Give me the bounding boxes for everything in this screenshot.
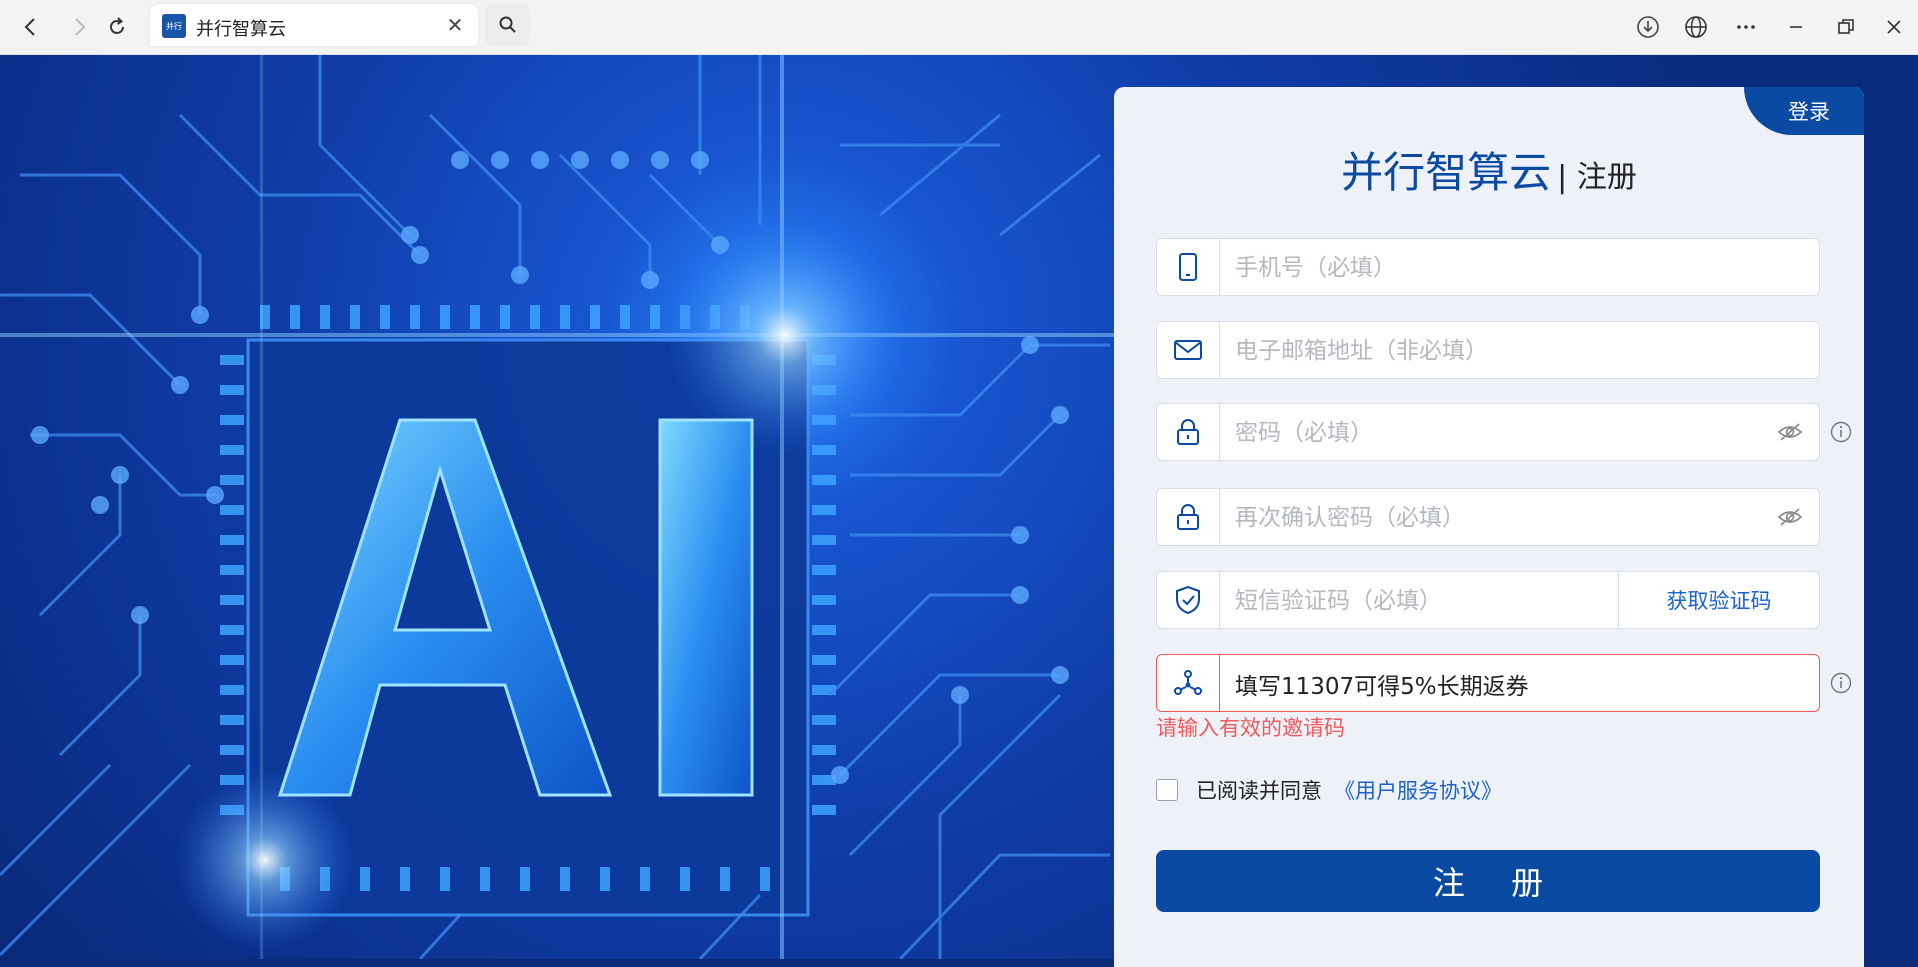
mail-icon: [1157, 322, 1220, 378]
downloads-icon[interactable]: [1626, 8, 1670, 46]
site-favicon: 并行: [162, 14, 186, 38]
search-icon: [499, 16, 516, 33]
tab-close-icon[interactable]: ✕: [442, 12, 468, 38]
brand-title: 并行智算云: [1341, 148, 1552, 197]
back-icon[interactable]: [12, 8, 50, 46]
eye-off-icon[interactable]: [1777, 505, 1803, 529]
info-icon[interactable]: [1830, 421, 1852, 443]
lock-icon: [1157, 489, 1220, 545]
register-button[interactable]: 注 册: [1156, 850, 1820, 912]
restore-icon[interactable]: [1824, 8, 1868, 46]
register-subtitle: | 注册: [1557, 160, 1637, 195]
lock-icon: [1157, 404, 1220, 460]
login-tab[interactable]: 登录: [1744, 87, 1864, 135]
user-agreement-link[interactable]: 《用户服务协议》: [1334, 775, 1502, 805]
email-field: [1156, 321, 1820, 380]
browser-tab[interactable]: 并行 并行智算云 ✕: [150, 4, 478, 46]
confirm-password-input[interactable]: [1233, 489, 1717, 547]
forward-icon[interactable]: [60, 8, 98, 46]
password-field: [1156, 403, 1820, 462]
agreement-row: 已阅读并同意 《用户服务协议》: [1156, 775, 1502, 805]
shield-check-icon: [1157, 572, 1220, 628]
eye-off-icon[interactable]: [1777, 420, 1803, 444]
sms-code-input[interactable]: [1233, 572, 1617, 630]
register-card: 登录 并行智算云| 注册 获取: [1114, 87, 1864, 967]
invite-code-input[interactable]: [1233, 655, 1777, 713]
network-icon: [1157, 655, 1220, 711]
page-title: 并行智算云 | 注册: [1114, 139, 1864, 200]
email-input[interactable]: [1233, 322, 1777, 380]
browser-toolbar: 并行 并行智算云 ✕: [0, 0, 1918, 55]
circuit-illustration: [0, 55, 1118, 959]
tab-title: 并行智算云: [196, 19, 286, 40]
close-window-icon[interactable]: [1872, 8, 1916, 46]
password-input[interactable]: [1233, 404, 1717, 462]
invite-code-field: [1156, 654, 1820, 713]
phone-icon: [1157, 239, 1220, 295]
confirm-password-field: [1156, 488, 1820, 547]
invite-error-message: 请输入有效的邀请码: [1156, 716, 1345, 740]
phone-input[interactable]: [1233, 239, 1777, 297]
refresh-icon[interactable]: [98, 8, 136, 46]
agree-checkbox[interactable]: [1156, 779, 1178, 801]
minimize-icon[interactable]: [1774, 8, 1818, 46]
info-icon[interactable]: [1830, 672, 1852, 694]
sms-code-field: 获取验证码: [1156, 571, 1820, 630]
agree-text: 已阅读并同意: [1196, 779, 1322, 803]
more-menu-icon[interactable]: [1724, 8, 1768, 46]
tab-search-button[interactable]: [485, 4, 530, 46]
globe-icon[interactable]: [1674, 8, 1718, 46]
get-code-button[interactable]: 获取验证码: [1618, 572, 1819, 628]
phone-field: [1156, 238, 1820, 297]
